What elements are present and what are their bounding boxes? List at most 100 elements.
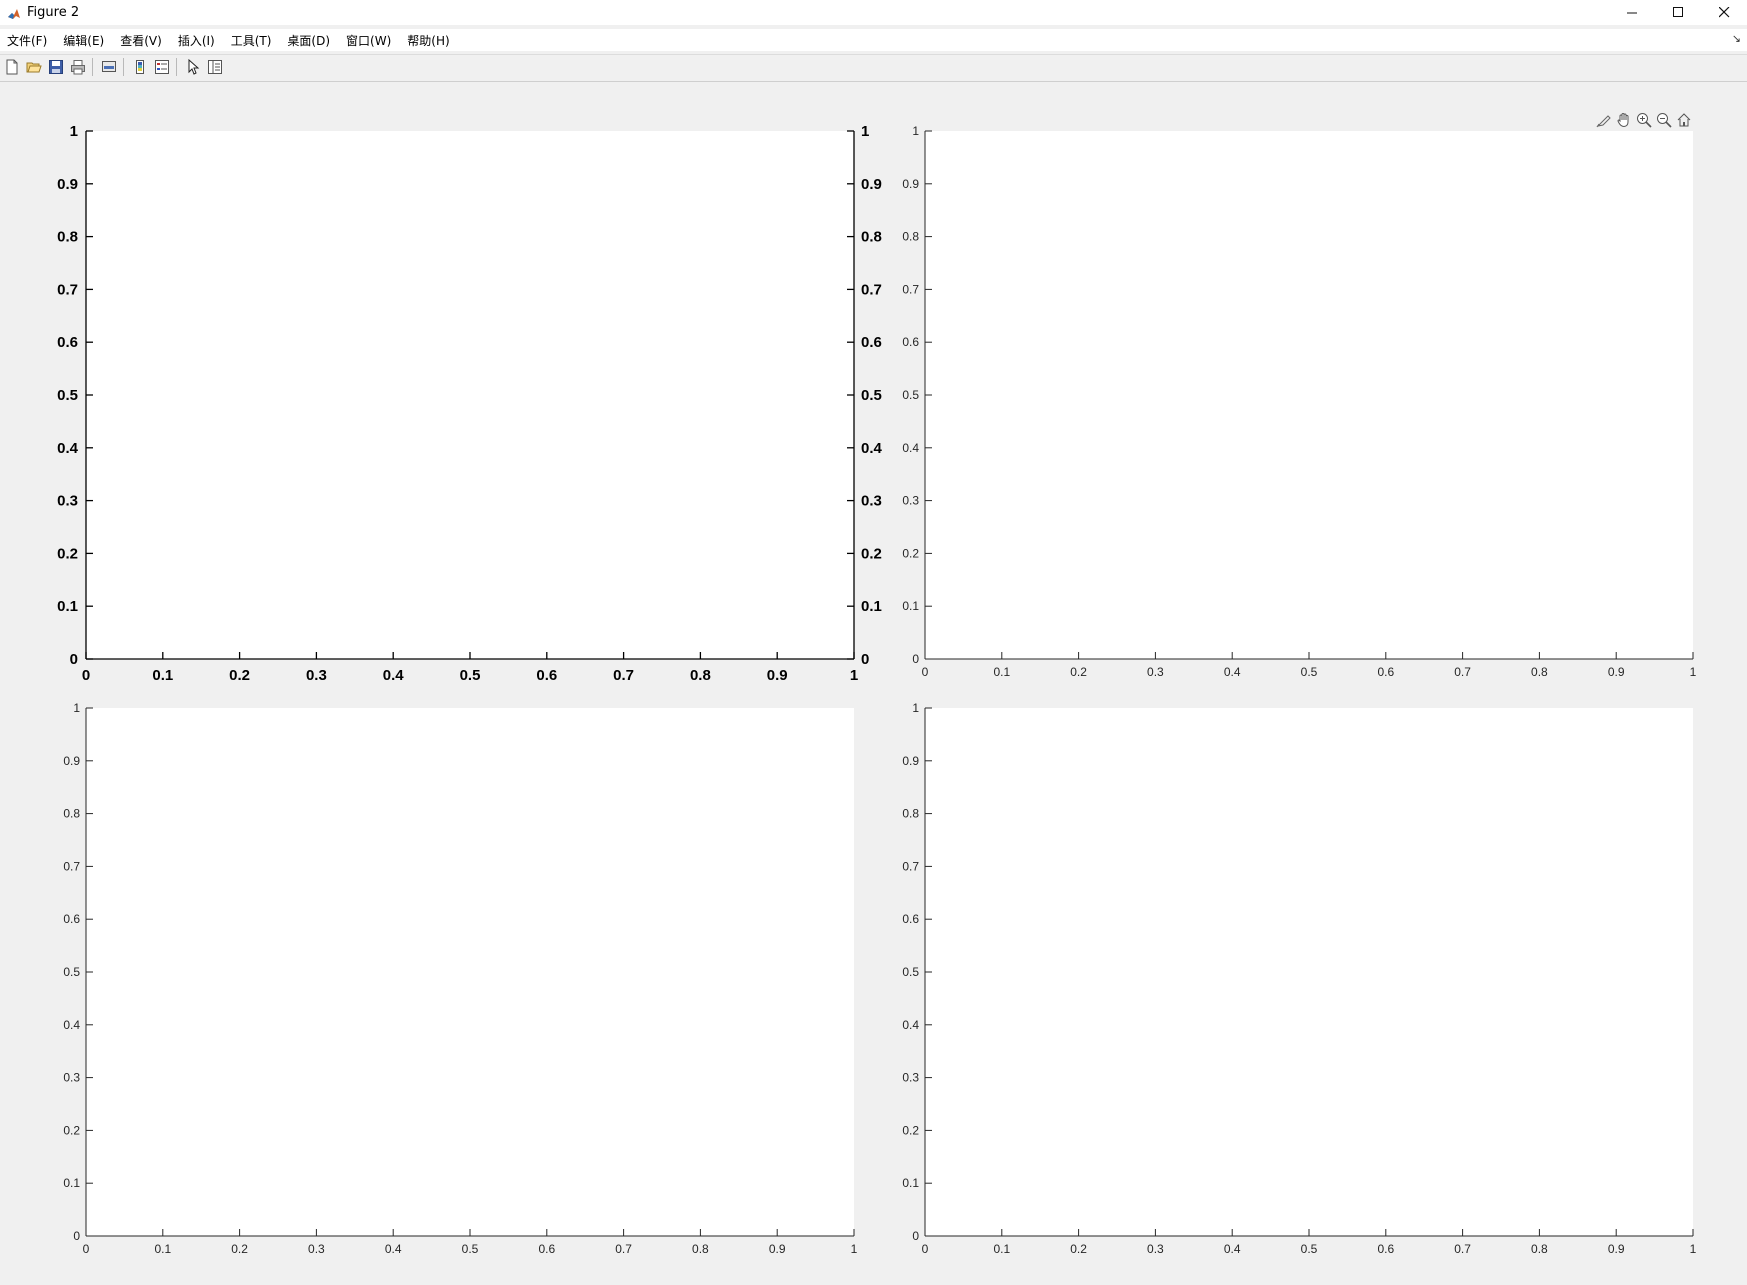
y-tick-label: 0.1 [902, 1176, 919, 1190]
y-tick-label: 0.4 [57, 440, 79, 457]
new-figure-button[interactable] [2, 57, 22, 77]
y-tick-label: 0.4 [902, 1018, 919, 1032]
x-tick-label: 0.1 [152, 667, 173, 684]
plot-area[interactable] [86, 708, 854, 1236]
dock-arrow-icon[interactable]: ↘ [1732, 32, 1741, 45]
y-right-tick-label: 0.1 [861, 598, 882, 615]
y-tick-label: 0.3 [63, 1071, 80, 1085]
y-right-tick-label: 0.9 [861, 176, 882, 193]
x-tick-label: 0.1 [154, 1242, 171, 1256]
y-tick-label: 0.9 [902, 754, 919, 768]
x-tick-label: 0.9 [1608, 665, 1625, 679]
y-tick-label: 0.1 [902, 599, 919, 613]
x-tick-label: 0.5 [462, 1242, 479, 1256]
x-tick-label: 0.9 [769, 1242, 786, 1256]
x-tick-label: 0.8 [690, 667, 711, 684]
y-tick-label: 0.3 [902, 1071, 919, 1085]
plot-area[interactable] [925, 708, 1693, 1236]
x-tick-label: 0.7 [1454, 1242, 1471, 1256]
maximize-button[interactable] [1655, 0, 1701, 25]
subplot-3[interactable]: 0 0.1 0.2 0.3 0.4 0.5 0.6 0.7 0.8 0.9 1 0 0.1 0.2 0.3 0… [63, 701, 857, 1256]
subplot-1[interactable]: 0 0.1 0.2 0.3 0.4 0.5 0.6 0.7 0.8 0.9 100.10.20.30… [57, 123, 882, 684]
x-tick-label: 0.3 [1147, 665, 1164, 679]
menu-view[interactable]: 查看(V) [112, 32, 170, 49]
y-tick-label: 0.8 [902, 230, 919, 244]
y-right-tick-label: 0.2 [861, 545, 882, 562]
open-file-button[interactable] [24, 57, 44, 77]
figure-canvas[interactable]: 0 0.1 0.2 0.3 0.4 0.5 0.6 0.7 0.8 0.9 1 0 0.1 0.2 0.3 0… [0, 82, 1747, 1285]
x-tick-label: 0.8 [1531, 1242, 1548, 1256]
y-tick-label: 0.5 [902, 965, 919, 979]
y-tick-label: 1 [912, 124, 919, 138]
y-tick-label: 0.9 [902, 177, 919, 191]
insert-legend-icon [155, 60, 169, 74]
close-icon [1718, 7, 1729, 18]
y-right-tick-label: 0.3 [861, 493, 882, 510]
x-tick-label: 0.9 [1608, 1242, 1625, 1256]
y-right-tick-label: 0.8 [861, 229, 882, 246]
x-tick-label: 0.8 [1531, 665, 1548, 679]
plot-area[interactable] [86, 131, 854, 659]
figure-toolbar [0, 56, 1747, 78]
save-button[interactable] [46, 57, 66, 77]
print-button[interactable] [68, 57, 88, 77]
y-tick-label: 0 [73, 1229, 80, 1243]
menu-file[interactable]: 文件(F) [0, 32, 55, 49]
x-tick-label: 0.2 [231, 1242, 248, 1256]
x-tick-label: 0.3 [308, 1242, 325, 1256]
menu-desktop[interactable]: 桌面(D) [279, 32, 338, 49]
y-tick-label: 0.8 [902, 807, 919, 821]
y-tick-label: 0.8 [57, 229, 78, 246]
y-tick-label: 1 [912, 701, 919, 715]
menu-edit[interactable]: 编辑(E) [55, 32, 112, 49]
y-tick-label: 0.2 [57, 545, 78, 562]
x-tick-label: 0.7 [1454, 665, 1471, 679]
x-tick-label: 0.3 [306, 667, 327, 684]
y-tick-label: 0.1 [63, 1176, 80, 1190]
x-tick-label: 0.6 [538, 1242, 555, 1256]
menu-tools[interactable]: 工具(T) [223, 32, 280, 49]
menu-divider [0, 54, 1747, 55]
toolbar-separator [123, 58, 124, 76]
maximize-icon [1672, 7, 1683, 17]
insert-colorbar-button[interactable] [130, 57, 150, 77]
link-plot-button[interactable] [99, 57, 119, 77]
menu-insert[interactable]: 插入(I) [170, 32, 223, 49]
y-tick-label: 0.9 [63, 754, 80, 768]
plot-area[interactable] [925, 131, 1693, 659]
x-tick-label: 0 [922, 665, 929, 679]
toolbar-separator [176, 58, 177, 76]
new-figure-icon [6, 59, 18, 75]
x-tick-label: 0.9 [767, 667, 788, 684]
insert-colorbar-icon [136, 60, 144, 74]
menu-window[interactable]: 窗口(W) [338, 32, 399, 49]
x-tick-label: 0.2 [1070, 1242, 1087, 1256]
y-tick-label: 1 [73, 701, 80, 715]
property-inspector-button[interactable] [205, 57, 225, 77]
x-tick-label: 0.6 [1377, 1242, 1394, 1256]
y-tick-label: 0 [70, 651, 78, 668]
close-button[interactable] [1701, 0, 1747, 25]
x-tick-label: 0 [82, 667, 90, 684]
y-tick-label: 0.7 [63, 859, 80, 873]
y-right-tick-label: 0.4 [861, 440, 883, 457]
insert-legend-button[interactable] [152, 57, 172, 77]
subplot-4[interactable]: 0 0.1 0.2 0.3 0.4 0.5 0.6 0.7 0.8 0.9 1 0 0.1 0.2 0.3 0… [902, 701, 1696, 1256]
y-right-tick-label: 0.7 [861, 281, 882, 298]
y-tick-label: 0.4 [902, 441, 919, 455]
menu-bar: 文件(F) 编辑(E) 查看(V) 插入(I) 工具(T) 桌面(D) 窗口(W… [0, 29, 1747, 51]
y-tick-label: 0.4 [63, 1018, 80, 1032]
toolbar-separator [92, 58, 93, 76]
x-tick-label: 0.2 [229, 667, 250, 684]
y-right-tick-label: 0.5 [861, 387, 882, 404]
x-tick-label: 0.4 [383, 667, 405, 684]
y-tick-label: 0.3 [57, 493, 78, 510]
link-plot-icon [102, 61, 116, 72]
subplot-2[interactable]: 0 0.1 0.2 0.3 0.4 0.5 0.6 0.7 0.8 0.9 1 0 0.1 0.2 0.3 0… [902, 124, 1696, 679]
x-tick-label: 0.4 [1224, 1242, 1241, 1256]
menu-help[interactable]: 帮助(H) [399, 32, 457, 49]
edit-plot-button[interactable] [183, 57, 203, 77]
minimize-button[interactable] [1609, 0, 1655, 25]
print-icon [71, 60, 85, 75]
x-tick-label: 0 [922, 1242, 929, 1256]
